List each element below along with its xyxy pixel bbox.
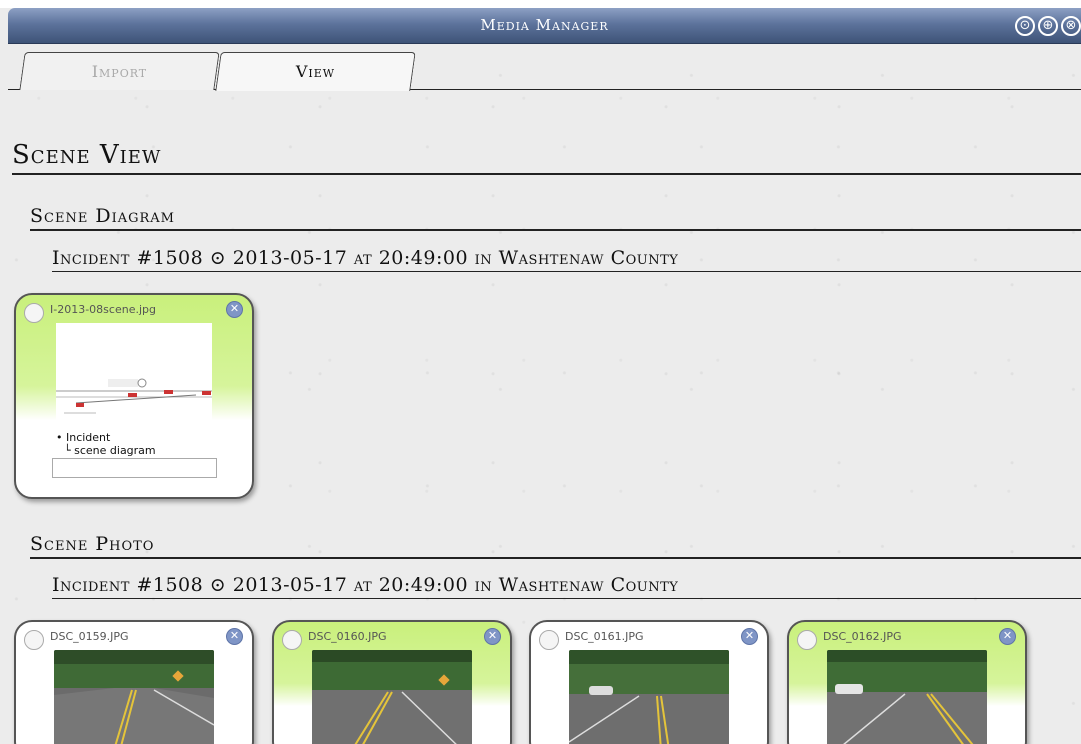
select-checkbox[interactable] bbox=[24, 630, 44, 650]
page-title: Scene View bbox=[12, 140, 1081, 175]
section-heading-diagram: Scene Diagram bbox=[30, 205, 1081, 231]
tab-bar: Import View bbox=[8, 44, 1081, 91]
tree-parent: • Incident bbox=[56, 431, 111, 444]
file-name: I-2013-08scene.jpg bbox=[50, 303, 156, 316]
diagram-thumbnail[interactable] bbox=[56, 323, 212, 433]
tab-view-label: View bbox=[295, 62, 336, 81]
add-icon[interactable]: ⊕ bbox=[1038, 16, 1058, 36]
tab-import-label: Import bbox=[91, 62, 148, 81]
media-card-diagram[interactable]: I-2013-08scene.jpg ✕ • Incident └ scene … bbox=[14, 293, 254, 499]
photo-thumbnail[interactable] bbox=[312, 650, 472, 744]
remove-icon[interactable]: ✕ bbox=[741, 628, 758, 645]
category-tree: • Incident └ scene diagram bbox=[56, 431, 156, 457]
file-name: DSC_0162.JPG bbox=[823, 630, 902, 643]
media-card-photo[interactable]: DSC_0160.JPG ✕ bbox=[272, 620, 512, 744]
file-name: DSC_0160.JPG bbox=[308, 630, 387, 643]
tab-view[interactable]: View bbox=[215, 52, 416, 91]
photo-thumbnail[interactable] bbox=[54, 650, 214, 744]
media-card-photo[interactable]: DSC_0162.JPG ✕ bbox=[787, 620, 1027, 744]
media-card-photo[interactable]: DSC_0159.JPG ✕ bbox=[14, 620, 254, 744]
media-card-photo[interactable]: DSC_0161.JPG ✕ bbox=[529, 620, 769, 744]
remove-icon[interactable]: ✕ bbox=[226, 301, 243, 318]
select-checkbox[interactable] bbox=[282, 630, 302, 650]
top-strip bbox=[0, 0, 1081, 8]
window-titlebar: Media Manager ⊙ ⊕ ⊗ bbox=[8, 8, 1081, 44]
incident-heading-diagram: Incident #1508 ⊙ 2013-05-17 at 20:49:00 … bbox=[52, 247, 1081, 272]
tree-child: └ scene diagram bbox=[64, 444, 156, 457]
remove-icon[interactable]: ✕ bbox=[484, 628, 501, 645]
close-icon[interactable]: ⊗ bbox=[1061, 16, 1081, 36]
photo-thumbnail[interactable] bbox=[569, 650, 729, 744]
select-checkbox[interactable] bbox=[24, 303, 44, 323]
target-icon[interactable]: ⊙ bbox=[1015, 16, 1035, 36]
tab-import[interactable]: Import bbox=[19, 52, 220, 90]
file-name: DSC_0161.JPG bbox=[565, 630, 644, 643]
file-name: DSC_0159.JPG bbox=[50, 630, 129, 643]
window-title: Media Manager bbox=[480, 16, 609, 34]
remove-icon[interactable]: ✕ bbox=[226, 628, 243, 645]
select-checkbox[interactable] bbox=[797, 630, 817, 650]
remove-icon[interactable]: ✕ bbox=[999, 628, 1016, 645]
incident-heading-photo: Incident #1508 ⊙ 2013-05-17 at 20:49:00 … bbox=[52, 574, 1081, 599]
photo-thumbnail[interactable] bbox=[827, 650, 987, 744]
section-heading-photo: Scene Photo bbox=[30, 533, 1081, 559]
select-checkbox[interactable] bbox=[539, 630, 559, 650]
window-controls: ⊙ ⊕ ⊗ bbox=[1015, 16, 1081, 36]
caption-input[interactable] bbox=[52, 458, 217, 478]
